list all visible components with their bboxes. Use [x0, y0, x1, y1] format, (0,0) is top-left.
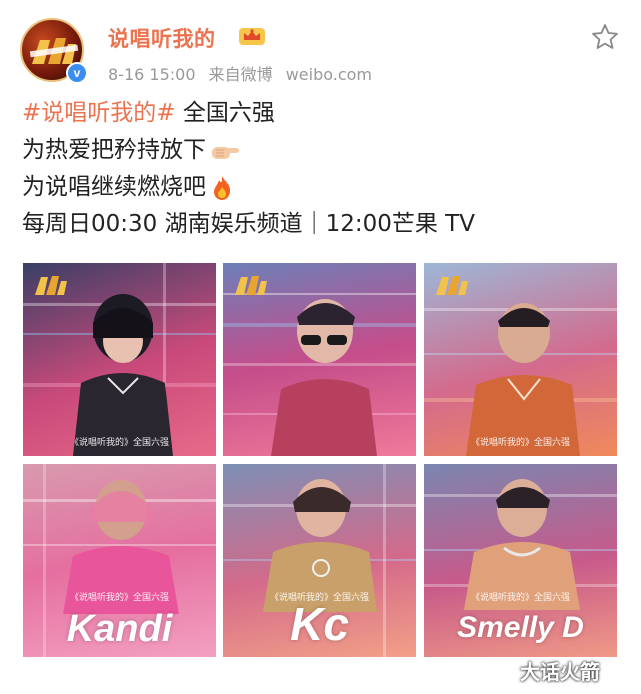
image-tile-2[interactable]	[223, 263, 416, 456]
topic-suffix: 全国六强	[175, 100, 275, 126]
post-source-domain[interactable]: weibo.com	[286, 65, 372, 84]
tile-caption: 《说唱听我的》全国六强	[470, 593, 570, 603]
tile-caption: 《说唱听我的》全国六强	[69, 438, 169, 448]
post-content: #说唱听我的# 全国六强 为热爱把矜持放下 为说唱继续燃烧吧 每周日00:30 …	[22, 95, 622, 243]
image-tile-4[interactable]: 《说唱听我的》全国六强 Kandi	[23, 464, 216, 657]
artist-portrait	[73, 294, 173, 456]
content-line-3: 为说唱继续燃烧吧	[22, 169, 622, 206]
artist-name: Kc	[290, 598, 349, 650]
post-time: 8-16 15:00	[108, 65, 196, 84]
content-line-2: 为热爱把矜持放下	[22, 132, 622, 169]
post-source: 来自微博	[208, 65, 273, 84]
post-header: v 说唱听我的 8-16 15:00 来自微博 weibo.com	[0, 0, 641, 95]
image-tile-3[interactable]: 《说唱听我的》全国六强	[424, 263, 617, 456]
artist-name: Kandi	[66, 608, 173, 650]
tile-caption: 《说唱听我的》全国六强	[470, 438, 570, 448]
content-line-2-text: 为热爱把矜持放下	[22, 137, 206, 163]
show-logo-icon	[436, 276, 468, 295]
artist-name: Smelly D	[457, 611, 584, 644]
post-meta: 8-16 15:00 来自微博 weibo.com	[108, 61, 380, 85]
tile-caption: 《说唱听我的》全国六强	[69, 593, 169, 603]
artist-portrait	[464, 479, 580, 610]
image-tile-6[interactable]: 《说唱听我的》全国六强 Smelly D	[424, 464, 617, 657]
image-tile-1[interactable]: 《说唱听我的》全国六强	[23, 263, 216, 456]
show-logo-icon	[235, 276, 267, 295]
image-grid: 《说唱听我的》全国六强 《说唱听我的》全国六强 《说唱听我的》全国六强 Kand…	[23, 263, 619, 663]
content-line-4: 每周日00:30 湖南娱乐频道｜12:00芒果 TV	[22, 211, 475, 237]
crown-icon	[239, 28, 265, 45]
star-icon[interactable]	[590, 22, 620, 52]
content-line-3-text: 为说唱继续燃烧吧	[22, 174, 206, 200]
show-logo-icon	[35, 276, 67, 295]
image-tile-5[interactable]: 《说唱听我的》全国六强 Kc	[223, 464, 416, 657]
artist-portrait	[271, 299, 377, 456]
watermark: 大话火箭	[520, 660, 600, 684]
topic-link[interactable]: #说唱听我的#	[22, 100, 176, 126]
fire-emoji	[214, 175, 231, 200]
content-line-1: #说唱听我的# 全国六强	[22, 95, 622, 132]
pointing-hand-emoji	[212, 146, 239, 159]
artist-portrait	[466, 303, 580, 456]
username[interactable]: 说唱听我的	[108, 23, 216, 53]
verified-badge-icon: v	[66, 62, 88, 84]
